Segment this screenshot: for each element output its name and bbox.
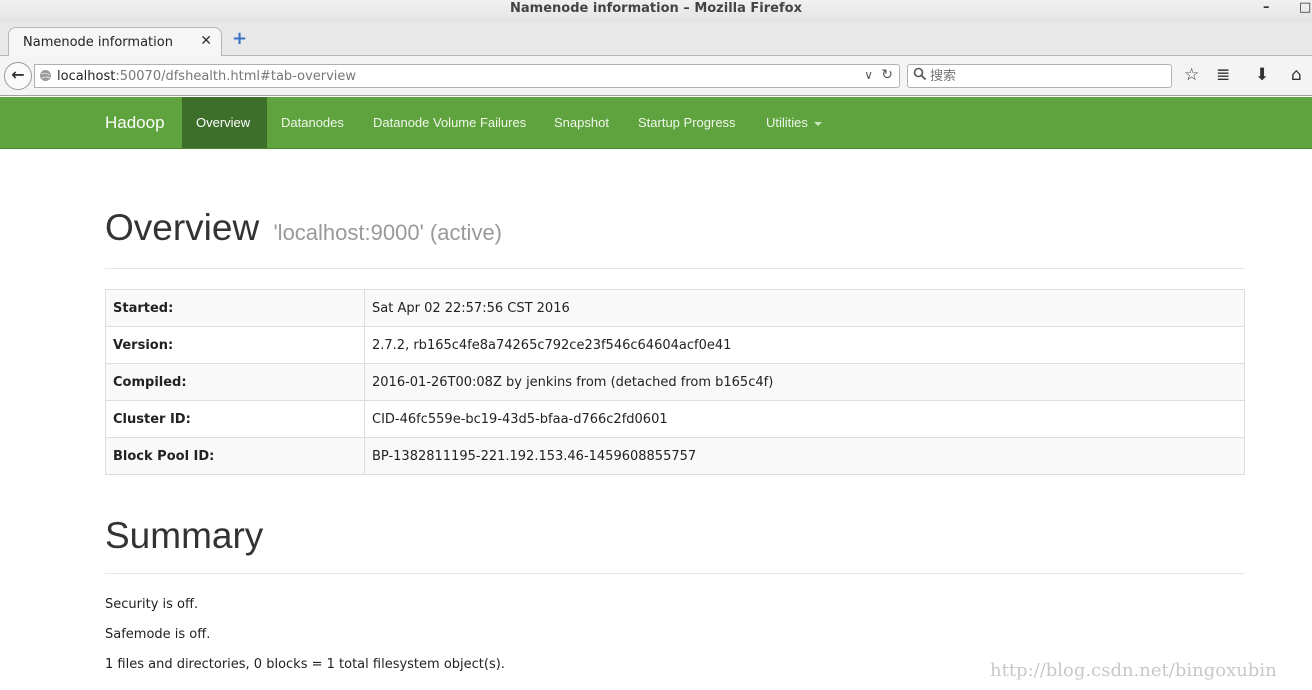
nav-datanodes[interactable]: Datanodes — [267, 97, 358, 148]
summary-heading: Summary — [105, 515, 264, 556]
divider — [105, 268, 1245, 269]
maximize-icon[interactable]: □ — [1299, 1, 1311, 15]
download-icon[interactable]: ⬇ — [1255, 65, 1269, 85]
overview-subtitle: 'localhost:9000' (active) — [273, 220, 503, 245]
row-key: Cluster ID: — [105, 400, 365, 438]
search-bar[interactable] — [907, 64, 1172, 88]
url-text: localhost:50070/dfshealth.html#tab-overv… — [57, 69, 356, 84]
row-key: Version: — [105, 326, 365, 364]
minimize-icon[interactable]: – — [1263, 1, 1270, 15]
row-value: Sat Apr 02 22:57:56 CST 2016 — [364, 289, 1245, 327]
safemode-status: Safemode is off. — [105, 627, 211, 642]
nav-snapshot[interactable]: Snapshot — [540, 97, 623, 148]
navigation-toolbar: ← localhost:50070/dfshealth.html#tab-ove… — [0, 56, 1312, 96]
url-host: localhost — [57, 69, 116, 84]
table-row: Started: Sat Apr 02 22:57:56 CST 2016 — [105, 289, 1245, 327]
watermark: http://blog.csdn.net/bingoxubin — [990, 660, 1277, 681]
divider — [105, 573, 1245, 574]
window-titlebar: Namenode information – Mozilla Firefox –… — [0, 0, 1312, 22]
table-row: Compiled: 2016-01-26T00:08Z by jenkins f… — [105, 363, 1245, 401]
home-icon[interactable]: ⌂ — [1291, 65, 1302, 85]
row-value: BP-1382811195-221.192.153.46-14596088557… — [364, 437, 1245, 475]
table-row: Block Pool ID: BP-1382811195-221.192.153… — [105, 437, 1245, 475]
tab-title: Namenode information — [23, 35, 173, 50]
window-title: Namenode information – Mozilla Firefox — [510, 1, 802, 16]
search-icon — [913, 67, 927, 85]
overview-heading: Overview 'localhost:9000' (active) — [105, 207, 502, 249]
row-value: 2016-01-26T00:08Z by jenkins from (detac… — [364, 363, 1245, 401]
reading-list-icon[interactable]: ≣ — [1216, 65, 1230, 85]
filesystem-objects: 1 files and directories, 0 blocks = 1 to… — [105, 657, 505, 672]
back-button[interactable]: ← — [4, 62, 32, 90]
hadoop-brand[interactable]: Hadoop — [105, 113, 165, 133]
security-status: Security is off. — [105, 597, 199, 612]
chevron-down-icon[interactable]: ∨ — [864, 68, 873, 82]
nav-overview[interactable]: Overview — [182, 97, 267, 148]
globe-icon — [39, 69, 52, 86]
overview-table: Started: Sat Apr 02 22:57:56 CST 2016 Ve… — [105, 289, 1245, 475]
nav-datanode-volume-failures[interactable]: Datanode Volume Failures — [359, 97, 540, 148]
url-path: :50070/dfshealth.html#tab-overview — [115, 69, 357, 84]
reload-icon[interactable]: ↻ — [881, 67, 893, 83]
browser-tab-namenode[interactable]: Namenode information ✕ — [8, 27, 222, 57]
new-tab-icon[interactable]: + — [232, 30, 247, 48]
row-key: Block Pool ID: — [105, 437, 365, 475]
tab-strip: Namenode information ✕ + — [0, 22, 1312, 57]
bookmark-star-icon[interactable]: ☆ — [1184, 65, 1199, 85]
row-key: Started: — [105, 289, 365, 327]
row-value: CID-46fc559e-bc19-43d5-bfaa-d766c2fd0601 — [364, 400, 1245, 438]
row-value: 2.7.2, rb165c4fe8a74265c792ce23f546c6460… — [364, 326, 1245, 364]
row-key: Compiled: — [105, 363, 365, 401]
caret-down-icon — [813, 121, 822, 126]
nav-utilities[interactable]: Utilities — [752, 97, 836, 148]
url-bar[interactable]: localhost:50070/dfshealth.html#tab-overv… — [34, 64, 900, 88]
search-input[interactable] — [930, 67, 1166, 85]
table-row: Cluster ID: CID-46fc559e-bc19-43d5-bfaa-… — [105, 400, 1245, 438]
close-icon[interactable]: ✕ — [200, 33, 212, 49]
hadoop-navbar: Hadoop Overview Datanodes Datanode Volum… — [0, 97, 1312, 149]
nav-utilities-label: Utilities — [766, 115, 808, 130]
table-row: Version: 2.7.2, rb165c4fe8a74265c792ce23… — [105, 326, 1245, 364]
overview-title: Overview — [105, 207, 260, 248]
nav-startup-progress[interactable]: Startup Progress — [624, 97, 750, 148]
